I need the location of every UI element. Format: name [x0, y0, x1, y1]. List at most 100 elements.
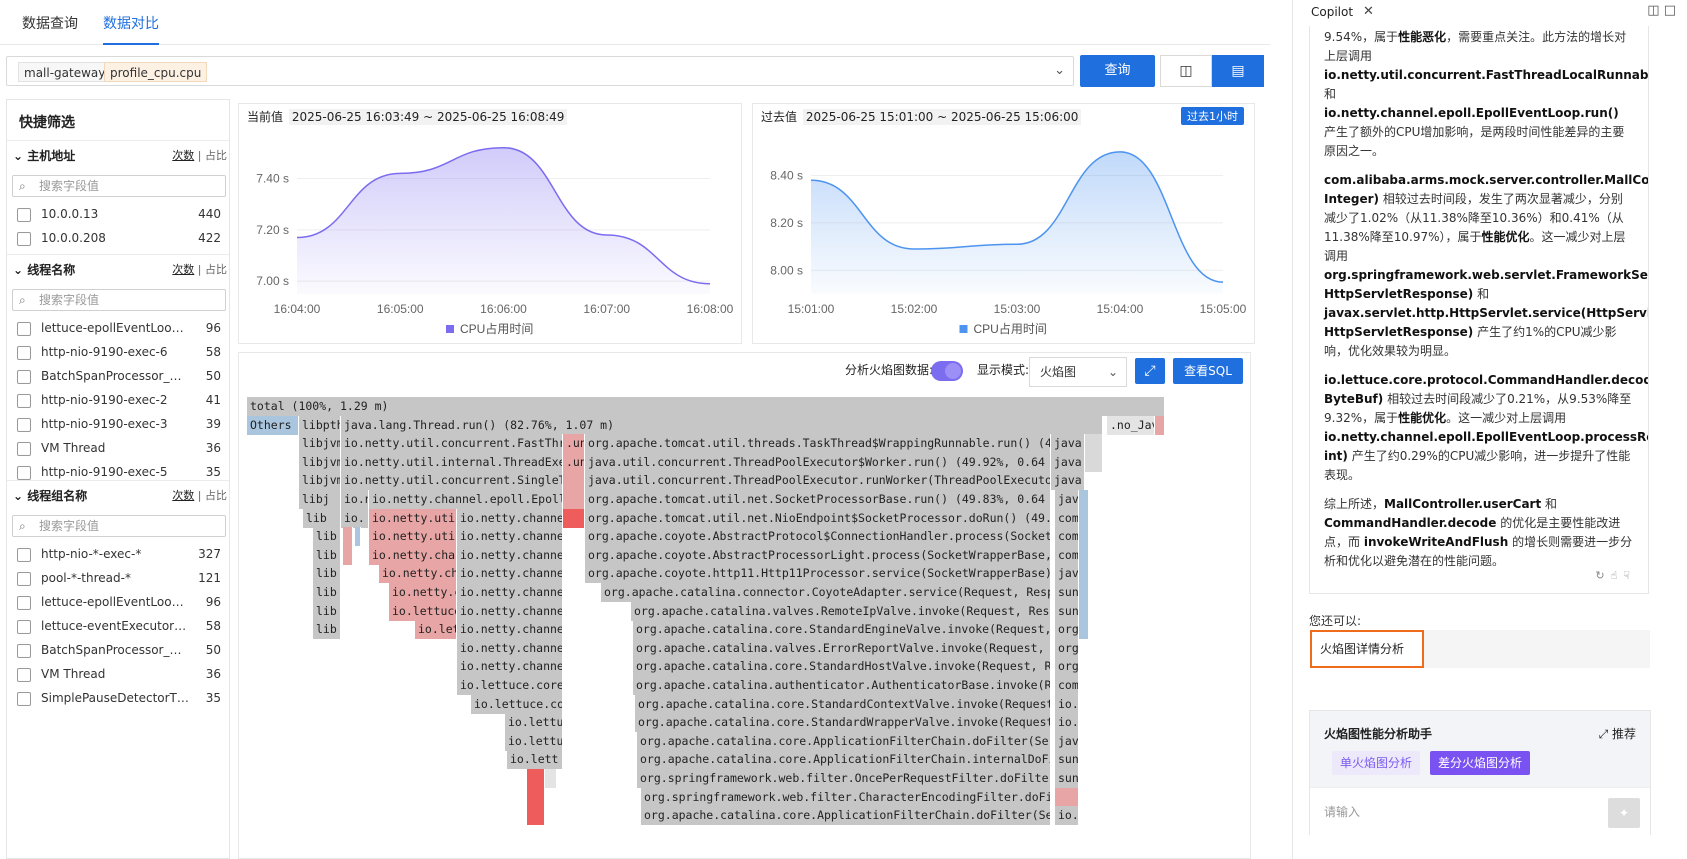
flame-frame[interactable]: io.netty.c: [389, 583, 457, 602]
close-icon[interactable]: ✕: [1363, 4, 1374, 19]
send-icon[interactable]: ✦: [1608, 798, 1640, 828]
filter-search-input[interactable]: ⌕ 搜索字段值: [12, 175, 226, 197]
checkbox[interactable]: [17, 644, 31, 658]
flame-frame[interactable]: [545, 769, 557, 788]
single-flame-chip[interactable]: 单火焰图分析: [1332, 751, 1421, 775]
flame-frame[interactable]: com: [1055, 676, 1079, 695]
flame-frame[interactable]: .un: [563, 434, 585, 454]
count-ratio-toggle[interactable]: 次数 | 占比: [172, 255, 227, 285]
filter-option[interactable]: lettuce-eventExecutorLoo... 58: [7, 614, 229, 638]
filter-option[interactable]: SimplePauseDetectorThrea... 35: [7, 686, 229, 710]
flame-frame[interactable]: .no_Java: [1107, 415, 1155, 435]
checkbox[interactable]: [17, 596, 31, 610]
flame-frame[interactable]: [343, 527, 353, 547]
flame-frame[interactable]: org.apache.coyote.http11.Http11Processor…: [585, 564, 1051, 584]
flame-frame[interactable]: [1055, 787, 1079, 807]
flame-frame[interactable]: io.lettuce.co: [471, 694, 563, 714]
toggle-ratio[interactable]: 占比: [205, 263, 227, 276]
flame-frame[interactable]: org.apache.catalina.core.StandardHostVal…: [633, 657, 1051, 677]
analyze-toggle[interactable]: [931, 361, 963, 381]
filter-section-header[interactable]: ⌄ 线程名称 次数 | 占比: [7, 254, 229, 285]
filter-option[interactable]: http-nio-*-exec-* 327: [7, 542, 229, 566]
query-input[interactable]: mall-gateway profile_cpu.cpu ⌄: [6, 56, 1074, 86]
filter-option[interactable]: http-nio-9190-exec-2 41: [7, 388, 229, 412]
chevron-down-icon[interactable]: ⌄: [1054, 63, 1065, 78]
flame-frame[interactable]: io.lett: [507, 750, 563, 770]
toggle-count[interactable]: 次数: [172, 149, 194, 162]
flame-frame[interactable]: io.netty.channe: [457, 545, 563, 565]
flame-frame[interactable]: io.netty.util: [369, 508, 457, 528]
flame-frame[interactable]: org.apache.catalina.connector.CoyoteAdap…: [601, 583, 1051, 602]
flame-frame[interactable]: [1079, 508, 1089, 528]
flame-frame[interactable]: libj: [299, 490, 341, 509]
chat-input[interactable]: 请输入 ✦: [1310, 787, 1650, 835]
filter-option[interactable]: VM Thread 36: [7, 662, 229, 686]
flame-frame[interactable]: io.lettu: [505, 731, 563, 751]
flame-frame[interactable]: io.netty.channe: [457, 601, 563, 621]
flame-frame[interactable]: io.netty.channel.epoll.EpollEv: [369, 490, 563, 509]
flame-frame[interactable]: io.: [1055, 806, 1079, 826]
flame-frame[interactable]: org.apache.coyote.AbstractProtocol$Conne…: [585, 527, 1051, 547]
flame-frame[interactable]: java.lang.Thread.run() (82.76%, 1.07 m): [341, 415, 1103, 435]
checkbox[interactable]: [17, 442, 31, 456]
diff-flame-chip[interactable]: 差分火焰图分析: [1430, 751, 1531, 775]
checkbox[interactable]: [17, 346, 31, 360]
view-sql-button[interactable]: 查看SQL: [1173, 358, 1243, 384]
tab-copilot[interactable]: Copilot: [1311, 5, 1353, 19]
flame-frame[interactable]: io.netty.channe: [457, 527, 563, 547]
flame-frame[interactable]: io.lettu: [505, 713, 563, 733]
count-ratio-toggle[interactable]: 次数 | 占比: [172, 481, 227, 511]
flame-frame[interactable]: io.netty.channe: [457, 564, 563, 584]
flame-frame[interactable]: org: [1055, 620, 1079, 640]
flame-frame[interactable]: libjvm: [299, 434, 341, 454]
split-view-icon[interactable]: ◫: [1160, 55, 1212, 87]
checkbox[interactable]: [17, 418, 31, 432]
query-button[interactable]: 查询: [1080, 55, 1155, 87]
flame-frame[interactable]: lib: [313, 527, 341, 547]
checkbox[interactable]: [17, 668, 31, 682]
flame-frame[interactable]: [527, 769, 545, 788]
flame-frame[interactable]: lib: [313, 601, 341, 621]
flame-frame[interactable]: [1079, 490, 1089, 509]
toggle-count[interactable]: 次数: [172, 263, 194, 276]
flame-frame[interactable]: [1079, 583, 1089, 602]
flame-frame[interactable]: [1079, 527, 1089, 547]
flame-frame[interactable]: org.apache.catalina.core.StandardWrapper…: [635, 713, 1051, 733]
flame-frame[interactable]: org.apache.tomcat.util.threads.TaskThrea…: [585, 434, 1051, 454]
checkbox[interactable]: [17, 620, 31, 634]
flame-frame[interactable]: io.netty.util.concurrent.SingleThr: [341, 471, 563, 491]
flame-frame[interactable]: io.netty.util.internal.ThreadExecu: [341, 452, 563, 472]
flame-frame[interactable]: lib: [313, 620, 341, 640]
flame-frame[interactable]: sun: [1055, 601, 1079, 621]
query-tag-service[interactable]: mall-gateway: [18, 62, 112, 82]
flame-frame[interactable]: org.apache.catalina.core.StandardEngineV…: [633, 620, 1051, 640]
flame-frame[interactable]: [563, 471, 585, 491]
checkbox[interactable]: [17, 394, 31, 408]
flame-frame[interactable]: org.apache.tomcat.util.net.NioEndpoint$S…: [585, 508, 1051, 528]
checkbox[interactable]: [17, 232, 31, 246]
flame-frame[interactable]: io.netty.channe: [457, 583, 563, 602]
flame-frame[interactable]: io.netty.chann: [369, 545, 457, 565]
filter-option[interactable]: http-nio-9190-exec-3 39: [7, 412, 229, 436]
flame-frame[interactable]: [563, 508, 585, 528]
flame-frame[interactable]: java.util.concurrent.ThreadPoolExecutor$…: [585, 452, 1051, 472]
filter-section-header[interactable]: ⌄ 线程组名称 次数 | 占比: [7, 480, 229, 511]
flame-frame[interactable]: org.apache.catalina.core.ApplicationFilt…: [637, 731, 1051, 751]
flame-frame[interactable]: [1079, 545, 1089, 565]
filter-search-input[interactable]: ⌕ 搜索字段值: [12, 515, 226, 537]
single-view-icon[interactable]: ▤: [1212, 55, 1264, 87]
flame-frame[interactable]: lib: [303, 508, 341, 528]
flame-frame[interactable]: libjvm: [299, 471, 341, 491]
flame-frame[interactable]: [1079, 564, 1089, 584]
flame-frame[interactable]: org.apache.catalina.core.StandardContext…: [635, 694, 1051, 714]
toggle-ratio[interactable]: 占比: [205, 489, 227, 502]
flame-frame[interactable]: Others (: [247, 415, 299, 435]
flame-frame[interactable]: org.apache.catalina.core.ApplicationFilt…: [637, 750, 1051, 770]
filter-search-input[interactable]: ⌕ 搜索字段值: [12, 289, 226, 311]
flame-frame[interactable]: io.: [341, 508, 369, 528]
flame-frame[interactable]: lib: [313, 545, 341, 565]
flame-frame[interactable]: [355, 527, 361, 547]
flame-frame[interactable]: sun: [1055, 769, 1079, 788]
flame-frame[interactable]: jav: [1055, 490, 1079, 509]
flame-frame[interactable]: .un: [563, 452, 585, 472]
